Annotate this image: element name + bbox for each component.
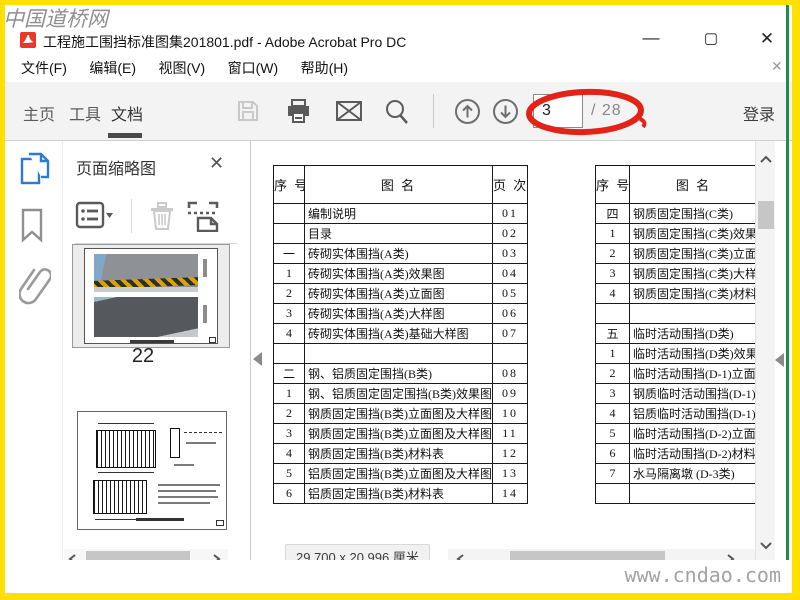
maximize-button[interactable]: ▢ [699, 29, 723, 47]
page-thumbnails-icon[interactable] [19, 151, 51, 187]
close-button[interactable]: ✕ [755, 29, 779, 49]
window-title: 工程施工围挡标准图集201801.pdf - Adobe Acrobat Pro… [43, 34, 407, 50]
toc-row: 四钢质固定围挡(C类) [595, 203, 758, 224]
page-count-label: / 28 [591, 102, 622, 119]
toolbar-divider [433, 94, 434, 128]
toc-row: 4 砖砌实体围挡(A类)基础大样图 07 [273, 323, 528, 344]
active-tab-underline [108, 133, 142, 138]
thumbnail-caption [130, 340, 174, 343]
toc-row: 2 砖砌实体围挡(A类)立面图 05 [273, 283, 528, 304]
column-header: 序 号 [273, 165, 305, 204]
menu-edit[interactable]: 编辑(E) [87, 54, 138, 82]
fence-photo-top [94, 254, 198, 292]
toc-row: 5 临时活动围挡(D-2)立面图 [595, 423, 758, 444]
menu-bar: 文件(F) 编辑(E) 视图(V) 窗口(W) 帮助(H) ✕ [5, 54, 792, 82]
fence-drawing-1 [96, 430, 156, 468]
document-vertical-scrollbar[interactable] [755, 141, 775, 568]
print-icon[interactable] [285, 98, 312, 125]
previous-page-icon[interactable] [454, 98, 481, 125]
navigation-rail [5, 141, 62, 560]
column-header: 序 号 [595, 165, 630, 204]
fence-drawing-2 [93, 480, 147, 514]
thumbnail-page-22[interactable] [72, 244, 230, 348]
minimize-button[interactable]: — [639, 28, 663, 48]
tools-pane-strip [775, 141, 786, 560]
thumbnails-panel: 页面缩略图 ✕ 22 [63, 141, 308, 600]
tab-tools[interactable]: 工具 [69, 101, 101, 125]
toc-row: 1 砖砌实体围挡(A类)效果图 04 [273, 263, 528, 284]
toc-row: 1 临时活动围挡(D类)效果图 [595, 343, 758, 364]
thumbnail-page-image [84, 248, 218, 344]
toc-row: 五临时活动围挡(D类) [595, 323, 758, 344]
pdf-page: 序 号图 名页 次编制说明01目录02一砖砌实体围挡(A类)031砖砌实体围挡(… [251, 141, 775, 560]
column-header: 页 次 [492, 165, 528, 204]
watermark-band: www.cndao.com [5, 560, 789, 593]
tab-document[interactable]: 文档 [111, 101, 143, 125]
toc-row: 3 钢质固定围挡(C类)大样图 [595, 263, 758, 284]
page-number-input[interactable]: 3 [533, 94, 583, 128]
tab-home[interactable]: 主页 [23, 101, 55, 125]
scroll-down-icon[interactable] [759, 541, 773, 550]
title-bar: 工程施工围挡标准图集201801.pdf - Adobe Acrobat Pro… [5, 26, 792, 54]
pdf-file-icon [20, 32, 36, 48]
column-header: 图 名 [629, 165, 758, 204]
toolbar: 主页 工具 文档 3 / 28 登录 [5, 82, 792, 141]
column-header: 图 名 [304, 165, 493, 204]
toc-row: 6 铝质固定围挡(B类)材料表 14 [273, 483, 528, 504]
top-watermark: 中国道桥网 [3, 7, 108, 31]
menu-view[interactable]: 视图(V) [156, 54, 207, 82]
toc-row: 7 水马隔离墩 (D-3类) [595, 463, 758, 484]
toc-row: 1 钢、铝质固定固定围挡(B类)效果图 09 [273, 383, 528, 404]
toc-row: 3 钢质临时活动围挡(D-1) [595, 383, 758, 404]
toc-row [595, 303, 758, 324]
thumbnail-page-number[interactable]: 22 [63, 345, 223, 368]
toc-row: 6 临时活动围挡(D-2)材料表 [595, 443, 758, 464]
toc-row [273, 343, 528, 364]
toc-table-left: 序 号图 名页 次编制说明01目录02一砖砌实体围挡(A类)031砖砌实体围挡(… [273, 165, 528, 504]
toc-row: 一砖砌实体围挡(A类) 03 [273, 243, 528, 264]
thumbnail-options-icon[interactable] [75, 201, 115, 231]
close-document-icon[interactable]: ✕ [771, 58, 783, 75]
expand-tools-pane-icon[interactable] [775, 353, 784, 367]
green-edge-line [786, 5, 789, 560]
next-page-icon[interactable] [492, 98, 519, 125]
toc-row: 编制说明 01 [273, 203, 528, 224]
toc-row: 2 钢质固定围挡(B类)立面图及大样图 10 [273, 403, 528, 424]
panel-close-icon[interactable]: ✕ [209, 153, 224, 174]
toc-row: 目录 02 [273, 223, 528, 244]
toc-row: 3 砖砌实体围挡(A类)大样图 06 [273, 303, 528, 324]
scrollbar-thumb[interactable] [758, 201, 774, 229]
toc-row: 2 钢质固定围挡(C类)立面图 [595, 243, 758, 264]
bottom-watermark: www.cndao.com [624, 563, 781, 587]
toc-row: 4 铝质临时活动围挡(D-1) [595, 403, 758, 424]
email-icon[interactable] [335, 98, 363, 124]
scroll-up-icon[interactable] [759, 155, 773, 164]
thumbnail-caption [136, 518, 184, 521]
toc-row: 2 临时活动围挡(D-1)立面图 [595, 363, 758, 384]
panel-toolbar-divider [131, 199, 132, 233]
menu-file[interactable]: 文件(F) [19, 54, 69, 82]
menu-help[interactable]: 帮助(H) [299, 54, 350, 82]
bookmarks-icon[interactable] [19, 207, 45, 243]
collapse-panel-icon[interactable] [253, 352, 262, 366]
toc-row [595, 483, 758, 504]
toc-row: 4 钢质固定围挡(C类)材料表 [595, 283, 758, 304]
search-icon[interactable] [384, 98, 410, 125]
menu-window[interactable]: 窗口(W) [226, 54, 281, 82]
sign-in-button[interactable]: 登录 [743, 101, 775, 125]
save-icon[interactable] [235, 98, 261, 124]
toc-row: 4 钢质固定围挡(B类)材料表 12 [273, 443, 528, 464]
toc-row: 5 铝质固定围挡(B类)立面图及大样图 13 [273, 463, 528, 484]
delete-pages-icon[interactable] [147, 200, 177, 232]
attachments-icon[interactable] [19, 263, 51, 305]
toc-row: 二钢、铝质固定围挡(B类) 08 [273, 363, 528, 384]
toc-row: 3 钢质固定围挡(B类)立面图及大样图 11 [273, 423, 528, 444]
fence-photo-bottom [94, 297, 198, 337]
split-pages-icon[interactable] [185, 198, 221, 232]
toc-table-right: 序 号图 名四钢质固定围挡(C类) 1 钢质固定围挡(C类)效果图 2 钢质固定围挡(C… [595, 165, 758, 504]
thumbnail-page-23[interactable] [77, 411, 227, 530]
toc-row: 1 钢质固定围挡(C类)效果图 [595, 223, 758, 244]
panel-title: 页面缩略图 [76, 161, 157, 178]
